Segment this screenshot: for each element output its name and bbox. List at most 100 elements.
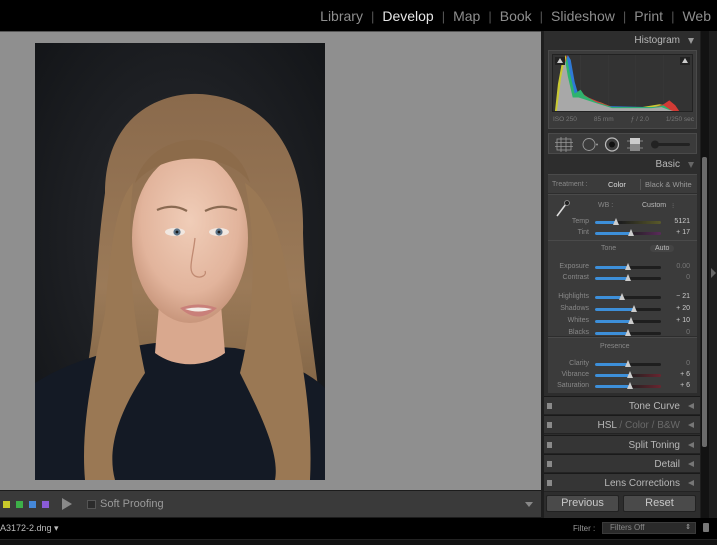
- spot-removal-icon[interactable]: [582, 138, 598, 151]
- color-label-blue[interactable]: [29, 501, 36, 508]
- module-map[interactable]: Map: [451, 8, 482, 24]
- focal-length: 85 mm: [593, 116, 614, 123]
- slider-thumb[interactable]: [628, 317, 635, 324]
- panel-tone-curve[interactable]: Tone Curve: [544, 396, 700, 415]
- highlights-value[interactable]: − 21: [660, 293, 690, 300]
- filter-value: Filters Off: [610, 523, 645, 532]
- play-icon[interactable]: [62, 498, 72, 510]
- panel-lens-corrections[interactable]: Lens Corrections: [544, 473, 700, 493]
- panel-hsl-color-b-w[interactable]: HSL / Color / B&W: [544, 415, 700, 435]
- collapse-triangle-icon: [688, 480, 694, 487]
- temp-value[interactable]: 5121: [660, 218, 690, 225]
- vibrance-slider[interactable]: [595, 371, 661, 378]
- tint-slider[interactable]: [595, 229, 661, 236]
- treatment-bw-option[interactable]: Black & White: [645, 180, 692, 189]
- soft-proofing-checkbox[interactable]: [87, 500, 96, 509]
- collapse-right-panel-icon[interactable]: [711, 268, 716, 278]
- scrollbar-thumb[interactable]: [702, 157, 707, 447]
- module-slideshow[interactable]: Slideshow: [549, 8, 617, 24]
- iso-value: ISO 250: [553, 116, 577, 123]
- filter-lock-icon[interactable]: [703, 523, 709, 532]
- reset-button[interactable]: Reset: [623, 495, 696, 512]
- slider-fill: [595, 363, 628, 366]
- panel-split-toning[interactable]: Split Toning: [544, 434, 700, 454]
- module-web[interactable]: Web: [680, 8, 713, 24]
- module-separator: |: [622, 8, 627, 24]
- panel-detail[interactable]: Detail: [544, 453, 700, 473]
- slider-thumb[interactable]: [625, 274, 631, 281]
- saturation-slider[interactable]: [595, 382, 661, 389]
- collapse-triangle-icon: [688, 403, 694, 409]
- histogram-header[interactable]: Histogram: [544, 31, 700, 50]
- panel-toggle-switch[interactable]: [547, 403, 552, 409]
- slider-thumb[interactable]: [626, 371, 633, 378]
- shadows-slider[interactable]: [595, 305, 661, 312]
- slider-thumb[interactable]: [630, 305, 637, 312]
- module-print[interactable]: Print: [632, 8, 665, 24]
- exposure-value[interactable]: 0.00: [660, 263, 690, 270]
- highlight-clipping-icon[interactable]: [680, 57, 690, 65]
- vibrance-value[interactable]: + 6: [660, 371, 690, 378]
- contrast-label: Contrast: [562, 274, 589, 281]
- exposure-slider[interactable]: [595, 263, 661, 270]
- saturation-label: Saturation: [557, 382, 589, 389]
- panel-toggle-switch[interactable]: [547, 480, 552, 487]
- treatment-color-option[interactable]: Color: [608, 180, 626, 189]
- basic-header[interactable]: Basic: [544, 155, 700, 174]
- tint-value[interactable]: + 17: [660, 229, 690, 236]
- wb-updown-icon[interactable]: ⁝: [672, 202, 674, 210]
- highlights-slider[interactable]: [595, 293, 661, 300]
- filter-select[interactable]: Filters Off ⇕: [602, 522, 696, 534]
- slider-thumb[interactable]: [613, 218, 620, 225]
- filename-dropdown[interactable]: A3172-2.dng ▾: [0, 523, 59, 534]
- tint-label: Tint: [577, 229, 589, 236]
- blacks-slider[interactable]: [595, 329, 661, 336]
- blacks-value[interactable]: 0: [660, 329, 690, 336]
- develop-tool-strip: [548, 133, 697, 154]
- slider-fill: [595, 385, 630, 388]
- color-label-green[interactable]: [16, 501, 23, 508]
- slider-thumb[interactable]: [625, 263, 631, 270]
- slider-thumb[interactable]: [619, 293, 626, 300]
- histogram-graph[interactable]: [552, 54, 693, 112]
- adjustment-brush-icon[interactable]: [651, 140, 690, 149]
- slider-thumb[interactable]: [627, 229, 634, 236]
- wb-preset-select[interactable]: Custom: [642, 202, 666, 209]
- slider-thumb[interactable]: [625, 329, 631, 336]
- image-canvas[interactable]: [0, 31, 541, 490]
- panel-toggle-switch[interactable]: [547, 460, 552, 467]
- previous-button[interactable]: Previous: [546, 495, 619, 512]
- whites-slider[interactable]: [595, 317, 661, 324]
- module-book[interactable]: Book: [498, 8, 534, 24]
- slider-thumb[interactable]: [626, 382, 633, 389]
- auto-tone-button[interactable]: Auto: [650, 245, 675, 252]
- contrast-slider[interactable]: [595, 274, 661, 281]
- exif-info: ISO 250 85 mm ƒ / 2.0 1/250 sec: [553, 116, 694, 123]
- red-eye-icon[interactable]: [604, 137, 620, 152]
- module-develop[interactable]: Develop: [380, 8, 435, 24]
- contrast-value[interactable]: 0: [660, 274, 690, 281]
- temp-slider[interactable]: [595, 218, 661, 225]
- crop-overlay-icon[interactable]: [555, 137, 573, 152]
- slider-fill: [595, 374, 630, 377]
- treatment-row: Treatment : Color Black & White: [548, 174, 697, 193]
- soft-proofing-label[interactable]: Soft Proofing: [100, 498, 164, 510]
- shadow-clipping-icon[interactable]: [555, 57, 565, 65]
- clarity-slider[interactable]: [595, 360, 661, 367]
- toolbar-menu-chevron-icon[interactable]: [525, 502, 533, 507]
- panel-toggle-switch[interactable]: [547, 422, 552, 429]
- saturation-value[interactable]: + 6: [660, 382, 690, 389]
- photo-preview[interactable]: [35, 43, 325, 480]
- module-library[interactable]: Library: [318, 8, 365, 24]
- whites-label: Whites: [567, 317, 589, 324]
- shadows-value[interactable]: + 20: [660, 305, 690, 312]
- eyedropper-icon[interactable]: [554, 198, 572, 218]
- whites-value[interactable]: + 10: [660, 317, 690, 324]
- clarity-value[interactable]: 0: [660, 360, 690, 367]
- histogram-curves: [554, 55, 680, 111]
- graduated-filter-icon[interactable]: [627, 138, 643, 151]
- panel-toggle-switch[interactable]: [547, 441, 552, 448]
- color-label-purple[interactable]: [42, 501, 49, 508]
- slider-thumb[interactable]: [625, 360, 631, 367]
- color-label-yellow[interactable]: [3, 501, 10, 508]
